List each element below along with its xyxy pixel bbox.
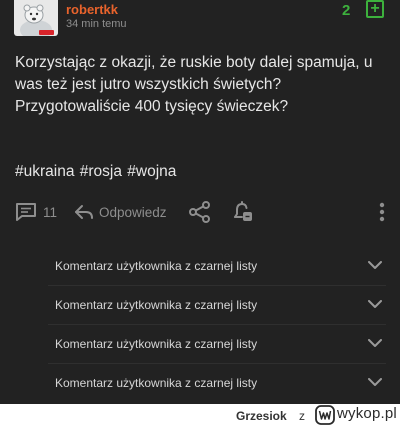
share-icon (189, 201, 210, 223)
notification-bell-icon (234, 201, 252, 221)
chevron-down-icon[interactable] (368, 378, 382, 387)
more-options-button[interactable] (378, 198, 386, 226)
reply-icon (75, 205, 93, 219)
blocked-comment-label: Komentarz użytkownika z czarnej listy (55, 337, 258, 351)
wykop-logo-icon (315, 405, 335, 425)
blocked-comment[interactable]: Komentarz użytkownika z czarnej listy (48, 286, 386, 325)
blocked-comment[interactable]: Komentarz użytkownika z czarnej listy (48, 325, 386, 364)
comments-button[interactable]: 11 (14, 198, 57, 226)
post-actions: 11 Odpowiedz (0, 198, 400, 228)
footer-site: wykop.pl (337, 405, 397, 422)
footer-separator: z (299, 409, 305, 423)
blocked-comment-label: Komentarz użytkownika z czarnej listy (55, 259, 258, 273)
post-tags[interactable]: #ukraina #rosja #wojna (15, 163, 176, 181)
footer-author: Grzesiok (236, 409, 287, 423)
comments-count: 11 (43, 204, 58, 220)
chevron-down-icon[interactable] (368, 261, 382, 270)
comments-icon (16, 203, 36, 221)
username[interactable]: robertkk (66, 2, 118, 17)
blocked-comment-label: Komentarz użytkownika z czarnej listy (55, 298, 258, 312)
avatar[interactable] (14, 0, 58, 36)
notification-button[interactable] (230, 198, 254, 226)
reply-label: Odpowiedz (99, 204, 167, 220)
blocked-comment[interactable]: Komentarz użytkownika z czarnej listy (48, 247, 386, 286)
chevron-down-icon[interactable] (368, 300, 382, 309)
chevron-down-icon[interactable] (368, 339, 382, 348)
upvote-button[interactable]: + (366, 0, 384, 18)
post-body: Korzystając z okazji, że ruskie boty dal… (15, 54, 373, 115)
watermark-footer: Grzesiok z wykop.pl (0, 404, 400, 427)
post-card: robertkk 34 min temu 2 + Korzystając z o… (0, 0, 400, 404)
share-button[interactable] (188, 198, 212, 226)
more-options-icon (379, 202, 385, 222)
badge (39, 30, 54, 35)
timestamp: 34 min temu (66, 18, 127, 30)
blocked-comment[interactable]: Komentarz użytkownika z czarnej listy (48, 364, 386, 402)
blocked-comment-label: Komentarz użytkownika z czarnej listy (55, 376, 258, 390)
reply-button[interactable]: Odpowiedz (73, 198, 167, 226)
vote-count: 2 (342, 2, 351, 19)
plus-square-icon: + (370, 0, 380, 17)
